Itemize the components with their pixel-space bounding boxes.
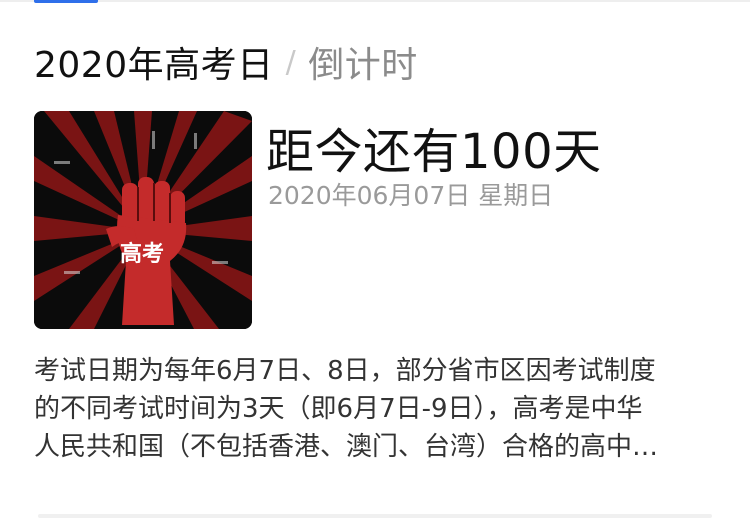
fist-icon: 高考 bbox=[34, 111, 252, 329]
page-header: 2020年高考日 / 倒计时 bbox=[34, 36, 418, 88]
description-line: 的不同考试时间为3天（即6月7日-9日），高考是中华 bbox=[34, 394, 643, 424]
top-divider bbox=[0, 0, 750, 2]
event-date: 2020年06月07日 星期日 bbox=[268, 181, 554, 210]
active-tab-indicator bbox=[34, 0, 98, 3]
title-separator: / bbox=[285, 44, 297, 80]
description-line: 考试日期为每年6月7日、8日，部分省市区因考试制度 bbox=[34, 356, 656, 386]
event-description[interactable]: 考试日期为每年6月7日、8日，部分省市区因考试制度 的不同考试时间为3天（即6月… bbox=[34, 352, 716, 466]
description-line: 人民共和国（不包括香港、澳门、台湾）合格的高中… bbox=[34, 432, 659, 462]
page-subtitle: 倒计时 bbox=[308, 45, 418, 86]
page-title: 2020年高考日 bbox=[34, 45, 274, 86]
poster-text: 高考 bbox=[120, 241, 164, 267]
bottom-divider bbox=[38, 514, 712, 518]
countdown-text: 距今还有100天 bbox=[266, 124, 602, 180]
gaokao-poster-image[interactable]: 高考 bbox=[34, 111, 252, 329]
